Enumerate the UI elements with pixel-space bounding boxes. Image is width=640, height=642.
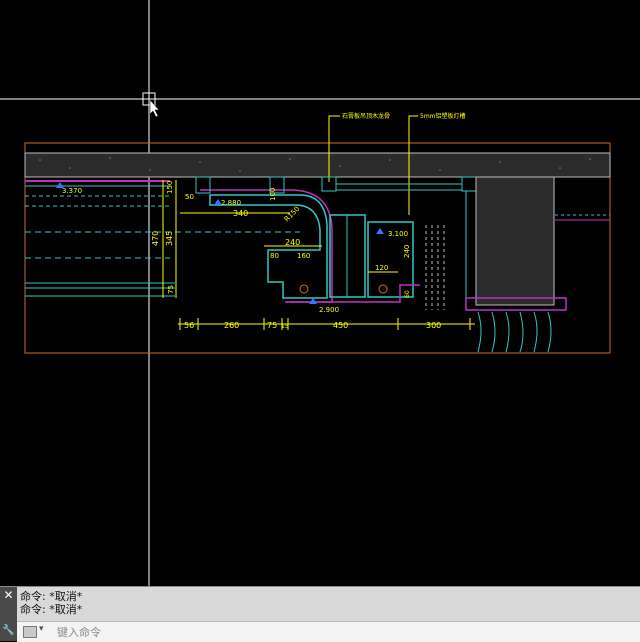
trough-outline: [285, 284, 420, 303]
dim-text: 470: [151, 231, 160, 246]
elevation-label-1: 3.370: [62, 187, 82, 195]
wood-grain: [477, 311, 552, 353]
dim-text: 56: [184, 321, 194, 330]
dim-text: 150: [166, 181, 174, 194]
close-icon[interactable]: ✕: [0, 587, 17, 604]
slab-hatch: [24, 152, 611, 178]
command-prompt-icon[interactable]: [23, 626, 37, 638]
curtain-lines: [425, 225, 445, 310]
dim-text: 120: [375, 264, 388, 272]
dim-text: 80: [270, 252, 279, 260]
elevation-marker: [309, 298, 317, 304]
leader-label-2: 5mm铝塑板灯槽: [420, 112, 466, 120]
command-history: 命令: *取消* 命令: *取消*: [20, 590, 82, 616]
dim-text: 240: [403, 245, 411, 258]
dim-text: 50: [185, 193, 194, 201]
elevation-label-2: 2.880: [221, 199, 241, 207]
steel-bracket: [461, 176, 477, 192]
dim-text: 15: [281, 323, 289, 330]
wall-column: [475, 176, 555, 306]
dim-text: 160: [297, 252, 310, 260]
dim-text: 240: [285, 238, 300, 247]
drawing-canvas[interactable]: 石膏板吊顶木龙骨 5mm铝塑板灯槽 3.370 2.880 3.100 2.90…: [0, 0, 640, 586]
dim-text: 75: [267, 321, 277, 330]
elevation-label-3: 3.100: [388, 230, 408, 238]
dim-text: 260: [224, 321, 239, 330]
command-input[interactable]: [55, 623, 619, 642]
dim-text: 300: [426, 321, 441, 330]
dim-text: R150: [283, 205, 302, 224]
cad-drawing[interactable]: 石膏板吊顶木龙骨 5mm铝塑板灯槽 3.370 2.880 3.100 2.90…: [0, 0, 640, 586]
lamp-2: [378, 284, 388, 294]
history-line: 命令: *取消*: [20, 590, 83, 603]
dim-text: 100: [269, 188, 277, 201]
history-line: 命令: *取消*: [20, 603, 83, 616]
dim-text: 450: [333, 321, 348, 330]
dim-text: 60: [404, 290, 411, 298]
command-line-sidebar: ✕ 🔧: [0, 587, 17, 641]
command-line-window: ✕ 🔧 命令: *取消* 命令: *取消* ▾: [0, 586, 640, 642]
dim-text: 340: [233, 209, 248, 218]
lamp-1: [299, 284, 309, 294]
leader-label-1: 石膏板吊顶木龙骨: [342, 112, 390, 120]
chevron-down-icon[interactable]: ▾: [39, 624, 44, 634]
dim-text: 345: [165, 231, 174, 246]
wrench-icon[interactable]: 🔧: [0, 622, 17, 639]
elevation-label-4: 2.900: [319, 306, 339, 314]
elevation-marker: [376, 228, 384, 234]
dim-text: 75: [167, 285, 175, 294]
command-input-row: ▾: [17, 621, 640, 642]
